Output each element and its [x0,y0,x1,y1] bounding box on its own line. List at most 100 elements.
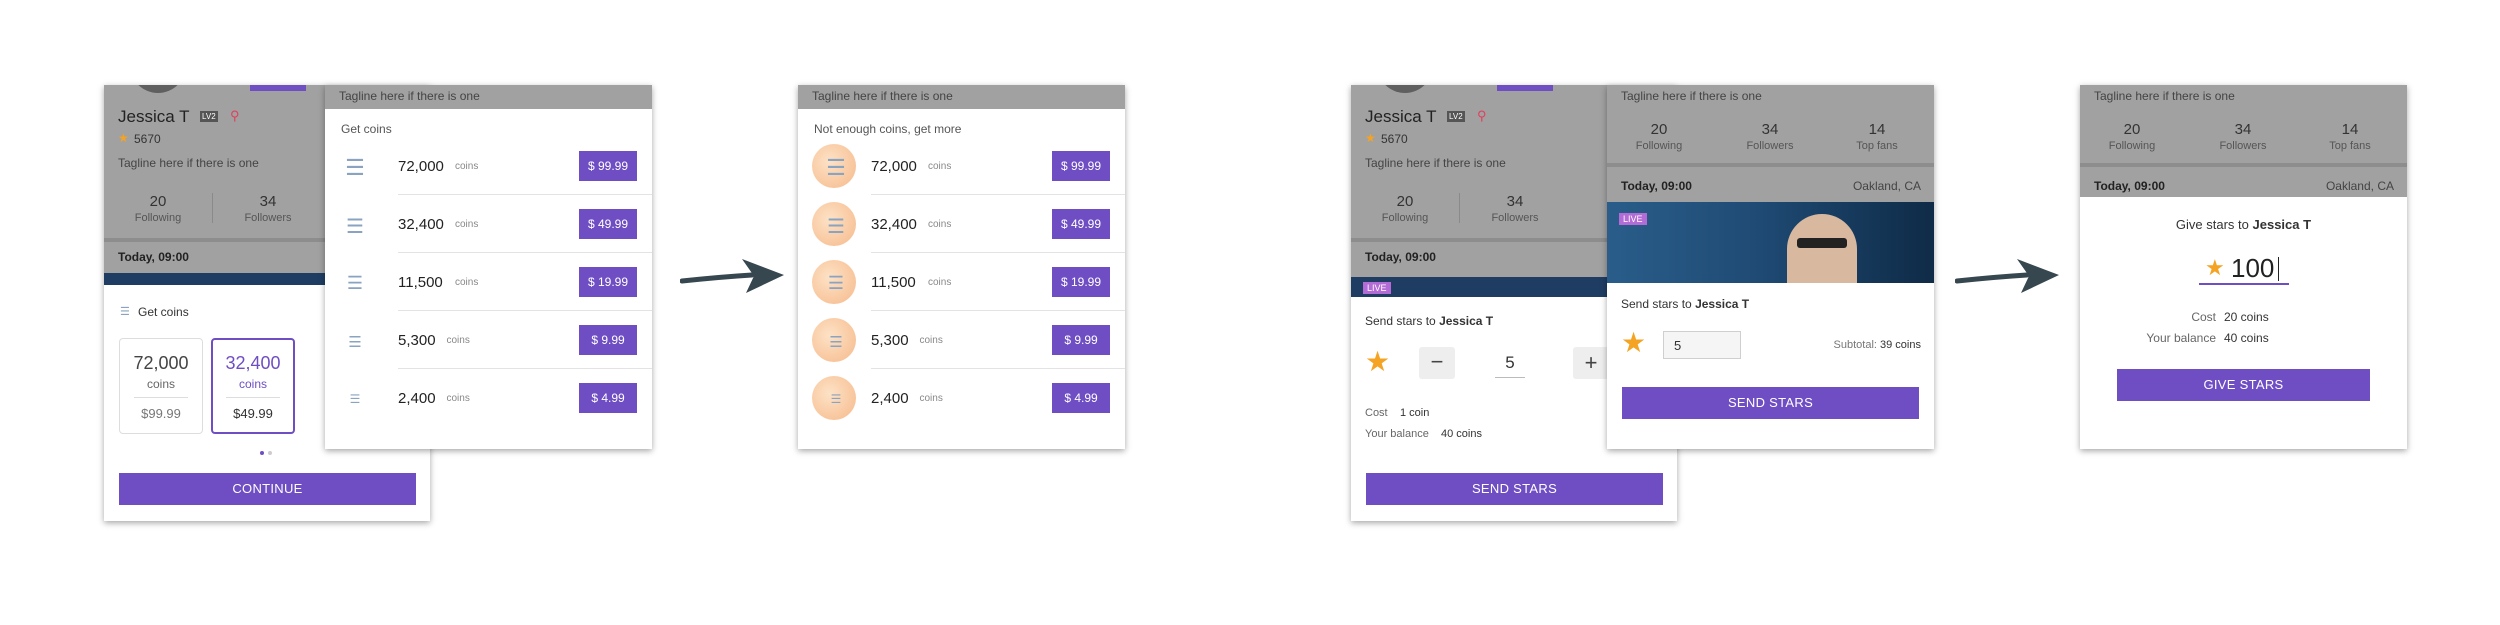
location: Oakland, CA [1852,179,1921,193]
coin-list-title: Get coins [341,122,392,136]
stat-following-label: Following [1381,212,1429,224]
tagline-strip: Tagline here if there is one [325,85,652,109]
decrement-button[interactable]: − [1419,347,1455,379]
schedule-time: Today, 09:00 [1621,179,1692,193]
coins-stack-icon: ☰ [120,306,130,318]
coin-option-amount: 72,000 [133,353,189,373]
buy-price-button[interactable]: $ 4.99 [579,383,637,413]
profile-name: Jessica T [1365,107,1437,126]
buy-price-button[interactable]: $ 99.99 [1052,151,1110,181]
buy-price-button[interactable]: $ 19.99 [579,267,637,297]
coin-package-amount: 5,300 [871,332,909,349]
stat-topfans-label: Top fans [1856,140,1898,152]
coin-package-row[interactable]: ☰ 5,300 coins $ 9.99 [325,311,652,369]
quantity-input-value: 5 [1674,338,1682,353]
coin-package-amount: 32,400 [871,216,917,233]
give-stars-title: Give stars to Jessica T [2175,217,2312,232]
coins-stack-icon: ☰ [829,333,843,351]
coin-package-row[interactable]: ☰ 2,400 coins $ 4.99 [325,369,652,427]
coin-list-screen: Tagline here if there is one Get coins ☰… [325,85,652,449]
amount-input[interactable]: ★ 100 [2199,251,2289,285]
live-badge: LIVE [1363,282,1391,294]
location-pin-icon: ⚲ [1477,108,1487,123]
coin-package-row[interactable]: ☰ 11,500 coins $ 19.99 [325,253,652,311]
buy-price-button[interactable]: $ 9.99 [1052,325,1110,355]
cost-label: Cost [2191,310,2216,324]
coin-option-amount: 32,400 [225,353,281,373]
coin-package-row[interactable]: ☰ 32,400 coins $ 49.99 [325,195,652,253]
coin-option-unit: coins [146,377,175,391]
level-badge: LV2 [200,111,218,122]
quantity-input[interactable]: 5 [1663,331,1741,359]
stat-followers-label: Followers [244,212,292,224]
star-icon: ★ [118,131,129,145]
coins-stack-icon: ☰ [827,216,845,238]
give-stars-button[interactable]: GIVE STARS [2117,369,2370,401]
stat-topfans-value: 14 [1868,121,1886,138]
buy-price-button[interactable]: $ 4.99 [1052,383,1110,413]
coin-package-row[interactable]: ☰ 32,400 coins $ 49.99 [798,195,1125,253]
profile-score: 5670 [134,132,161,146]
balance-label: Your balance [1365,428,1429,440]
coin-package-amount: 72,000 [398,158,444,175]
stat-following-value: 20 [1396,193,1414,210]
profile-tagline: Tagline here if there is one [339,89,480,103]
tagline-strip: Tagline here if there is one [798,85,1125,109]
stat-followers-value: 34 [2234,121,2252,138]
coin-package-unit: coins [455,277,479,288]
stat-following-value: 20 [149,193,167,210]
coin-package-amount: 11,500 [398,274,443,291]
pager-dot[interactable] [268,451,272,455]
stat-topfans-value: 14 [2341,121,2359,138]
coin-option-price: $99.99 [141,406,181,421]
buy-price-button[interactable]: $ 9.99 [579,325,637,355]
send-stars-button[interactable]: SEND STARS [1366,473,1663,505]
coin-package-row[interactable]: ☰ 11,500 coins $ 19.99 [798,253,1125,311]
stat-followers-label: Followers [2219,140,2267,152]
send-stars-input-screen: Tagline here if there is one 20 Followin… [1607,85,1934,449]
follow-button[interactable] [250,85,306,91]
buy-price-button[interactable]: $ 19.99 [1052,267,1110,297]
coin-package-row[interactable]: ☰ 5,300 coins $ 9.99 [798,311,1125,369]
profile-name: Jessica T [118,107,190,126]
coin-option-divider [134,397,188,398]
buy-price-button[interactable]: $ 99.99 [579,151,637,181]
star-icon: ★ [2205,255,2225,280]
quantity-underline [1495,377,1525,378]
continue-button[interactable]: CONTINUE [119,473,416,505]
pager-dot-active[interactable] [260,451,264,455]
profile-tagline: Tagline here if there is one [118,156,259,170]
divider [2080,163,2407,167]
stat-following-value: 20 [2123,121,2141,138]
flow-arrow [1955,259,2059,293]
buy-price-button[interactable]: $ 49.99 [579,209,637,239]
coin-package-unit: coins [928,277,952,288]
coin-package-amount: 11,500 [871,274,916,291]
buy-price-button[interactable]: $ 49.99 [1052,209,1110,239]
coin-package-unit: coins [446,393,470,404]
coin-option-card[interactable]: 72,000 coins $99.99 [119,338,203,434]
coins-stack-icon: ☰ [830,392,842,406]
coin-option-card-selected[interactable]: 32,400 coins $49.99 [211,338,295,434]
increment-button[interactable]: + [1573,347,1609,379]
flow-arrow [680,259,784,293]
coins-stack-icon: ☰ [346,216,364,238]
coin-package-row[interactable]: ☰ 72,000 coins $ 99.99 [798,137,1125,195]
streamer-image [1787,214,1857,283]
give-stars-screen: Tagline here if there is one 20 Followin… [2080,85,2407,449]
send-stars-title: Send stars to Jessica T [1621,297,1750,311]
coin-package-row[interactable]: ☰ 2,400 coins $ 4.99 [798,369,1125,427]
send-stars-button[interactable]: SEND STARS [1622,387,1919,419]
follow-button[interactable] [1497,85,1553,91]
text-caret [2278,257,2279,281]
coin-package-unit: coins [455,161,479,172]
star-icon: ★ [1365,131,1376,145]
stat-followers-value: 34 [1761,121,1779,138]
coin-package-row[interactable]: ☰ 72,000 coins $ 99.99 [325,137,652,195]
streamer-sunglasses [1797,238,1847,248]
coin-package-amount: 2,400 [871,390,909,407]
profile-tagline: Tagline here if there is one [2094,89,2235,103]
coin-package-amount: 72,000 [871,158,917,175]
coin-package-unit: coins [455,219,479,230]
plus-icon: + [1584,350,1598,375]
